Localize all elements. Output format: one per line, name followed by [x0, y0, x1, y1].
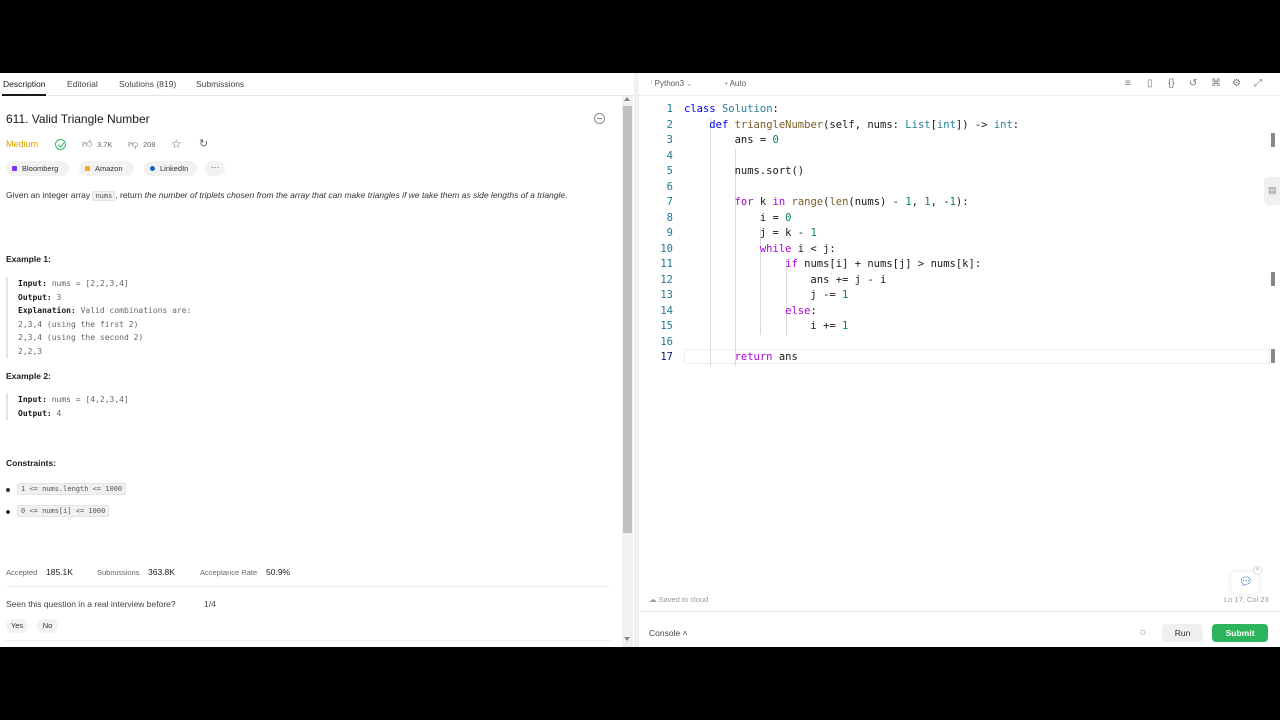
example-1-block: Input: nums = [2,2,3,4] Output: 3 Explan… — [6, 277, 596, 358]
thumbs-up-icon[interactable]: 👍︎ — [82, 138, 92, 150]
yes-button[interactable]: Yes — [6, 619, 28, 633]
tab-editorial[interactable]: Editorial — [67, 79, 98, 89]
company-tag-amazon[interactable]: Amazon — [79, 161, 134, 176]
dislike-count: 208 — [143, 140, 156, 149]
reset-icon[interactable]: ↺ — [1189, 78, 1197, 89]
saved-status: ☁ Saved to cloud — [649, 595, 709, 604]
editor-panel: ⁱ Python3 ⌄ • Auto ≡ ▯ {} ↺ ⌘ ⚙ ⤢ 1 class… — [639, 73, 1280, 647]
shortcut-icon[interactable]: ⌘ — [1211, 78, 1221, 89]
code-line: 2 def triangleNumber(self, nums: List[in… — [666, 118, 1020, 131]
problem-title: 611. Valid Triangle Number — [6, 112, 150, 126]
submissions-count: 363.8K — [148, 567, 175, 577]
interview-fraction: 1/4 — [204, 599, 216, 609]
constraints-title: Constraints: — [6, 458, 57, 468]
problem-tabs: Description Editorial Solutions (819) Su… — [0, 73, 634, 96]
problem-description: Given an integer array nums, return the … — [6, 190, 568, 201]
chat-icon: 💬︎ — [1239, 576, 1253, 588]
mode-selector[interactable]: • Auto — [725, 79, 746, 88]
cloud-icon: ☁ — [649, 595, 659, 604]
scroll-down-arrow[interactable] — [624, 637, 630, 641]
scrollbar-thumb[interactable] — [623, 106, 632, 533]
thumbs-down-icon[interactable]: 👎︎ — [128, 138, 138, 150]
company-tag-bloomberg[interactable]: Bloomberg — [6, 161, 69, 176]
example-2-block: Input: nums = [4,2,3,4] Output: 4 — [6, 393, 596, 420]
share-icon[interactable]: ↻ — [199, 137, 208, 150]
code-line: 15 i += 1 — [660, 320, 849, 332]
code-line: 12 ans += j - i — [660, 273, 887, 286]
code-line: 10 while i < j: — [660, 242, 836, 255]
format-icon[interactable]: ≡ — [1125, 78, 1131, 89]
divider — [6, 586, 610, 587]
code-line: 9 j = k - 1 — [666, 227, 817, 239]
no-button[interactable]: No — [37, 619, 58, 633]
code-line: 11 if nums[i] + nums[j] > nums[k]: — [660, 258, 982, 270]
code-line: 3 ans = 0 — [666, 134, 779, 146]
divider — [6, 640, 610, 641]
tab-solutions[interactable]: Solutions (819) — [119, 79, 176, 89]
cursor-position: Ln 17, Col 23 — [1224, 595, 1269, 604]
language-selector[interactable]: ⁱ Python3 ⌄ — [651, 79, 693, 88]
scroll-up-arrow[interactable] — [624, 97, 630, 101]
notes-tab-button[interactable]: ▤ — [1264, 177, 1280, 205]
company-tag-linkedin[interactable]: LinkedIn — [144, 161, 197, 176]
code-line: 4 — [666, 149, 673, 162]
check-circle-icon — [55, 139, 66, 150]
accepted-count: 185.1K — [46, 567, 73, 577]
code-editor[interactable]: 1 class Solution: 2 def triangleNumber(se… — [639, 103, 1270, 368]
run-button[interactable]: Run — [1162, 624, 1203, 642]
problem-meta: Medium 👍︎ 3.7K 👎︎ 208 ☆ ↻ — [6, 137, 606, 153]
linkedin-icon — [150, 166, 155, 171]
like-count: 3.7K — [97, 140, 113, 149]
code-line: 6 — [666, 180, 673, 193]
console-toggle[interactable]: Console ˄ — [649, 628, 688, 638]
code-line: 17 return ans — [660, 351, 798, 363]
app-screen: Description Editorial Solutions (819) Su… — [0, 73, 1280, 647]
code-line: 1 class Solution: — [666, 103, 779, 115]
problem-panel: Description Editorial Solutions (819) Su… — [0, 73, 634, 647]
editor-toolbar: ⁱ Python3 ⌄ • Auto ≡ ▯ {} ↺ ⌘ ⚙ ⤢ — [639, 73, 1280, 96]
close-icon[interactable]: × — [1253, 566, 1262, 575]
tab-description[interactable]: Description — [3, 79, 46, 89]
code-line: 16 — [660, 335, 673, 348]
star-icon[interactable]: ☆ — [171, 137, 182, 151]
acceptance-rate: 50.9% — [266, 567, 291, 577]
more-tags-button[interactable]: ··· — [205, 161, 225, 176]
submit-button[interactable]: Submit — [1212, 624, 1268, 642]
gear-icon[interactable]: ⚙ — [1232, 78, 1241, 89]
tab-submissions[interactable]: Submissions — [196, 79, 244, 89]
chat-button[interactable]: 💬︎ — [1231, 572, 1259, 594]
clock-icon[interactable] — [594, 113, 605, 124]
braces-icon[interactable]: {} — [1168, 78, 1175, 89]
example-1-title: Example 1: — [6, 254, 51, 264]
interview-question: Seen this question in a real interview b… — [6, 599, 176, 609]
code-line: 13 j -= 1 — [660, 289, 849, 301]
example-2-title: Example 2: — [6, 371, 51, 381]
code-line: 7 for k in range(len(nums) - 1, 1, -1): — [666, 196, 969, 208]
active-tab-indicator — [2, 94, 46, 96]
bookmark-icon[interactable]: ▯ — [1147, 78, 1153, 89]
code-line: 5 nums.sort() — [666, 165, 805, 177]
fullscreen-icon[interactable]: ⤢ — [1254, 78, 1262, 89]
amazon-icon — [85, 166, 90, 171]
debug-icon[interactable]: ☼ — [1138, 626, 1148, 638]
difficulty-badge: Medium — [6, 139, 39, 149]
chevron-up-icon: ˄ — [680, 628, 688, 638]
code-line: 8 i = 0 — [666, 211, 792, 224]
bloomberg-icon — [12, 166, 17, 171]
code-line: 14 else: — [660, 304, 817, 317]
console-bar: Console ˄ ☼ Run Submit — [639, 611, 1280, 647]
document-icon: ▤ — [1268, 185, 1277, 195]
